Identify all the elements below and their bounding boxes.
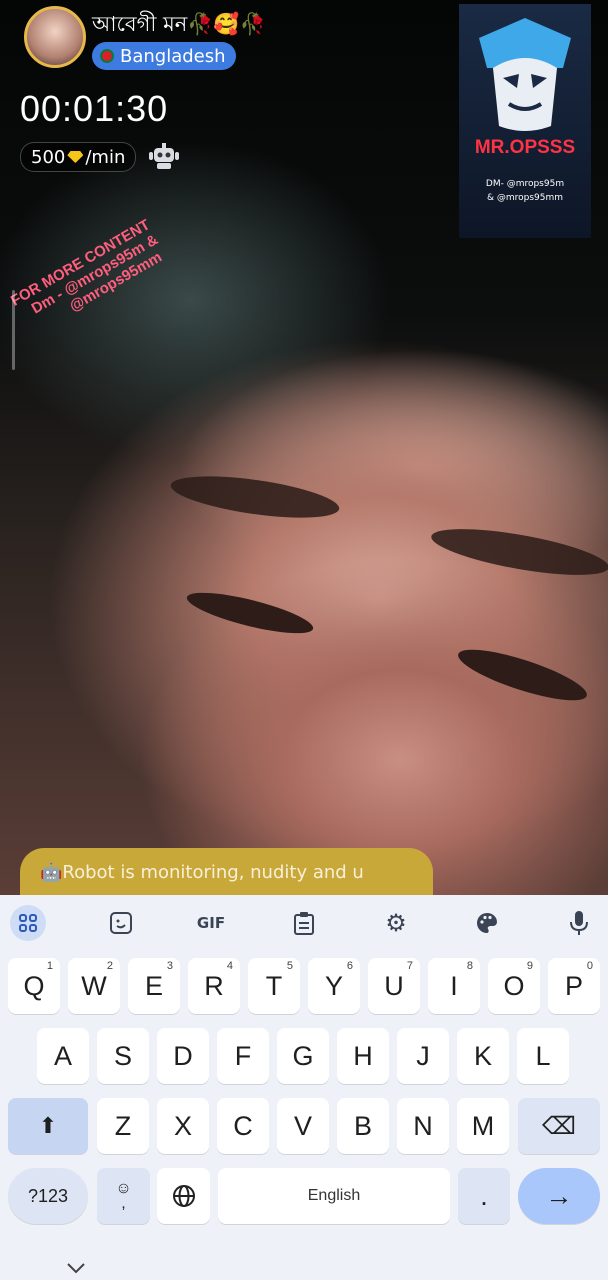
on-screen-keyboard: GIF ⚙ ⬆ ⌫ ?123 ☺ , English . → Q1W2E3R4T… [0,895,608,1280]
key-number-hint: 3 [166,960,173,972]
country-label: Bangladesh [120,45,226,67]
key-j[interactable]: J [397,1028,449,1084]
key-label: U [384,970,404,1001]
key-label: T [265,970,283,1001]
key-number-hint: 2 [106,960,113,972]
key-number-hint: 7 [406,960,413,972]
key-s[interactable]: S [97,1028,149,1084]
call-timer: 00:01:30 [20,88,169,129]
key-d[interactable]: D [157,1028,209,1084]
bangladesh-flag-icon [100,49,114,63]
key-label: P [564,970,583,1001]
logo-line: & @mrops95mm [486,193,564,203]
key-u[interactable]: U7 [368,958,420,1014]
key-q[interactable]: Q1 [8,958,60,1014]
key-h[interactable]: H [337,1028,389,1084]
key-e[interactable]: E3 [128,958,180,1014]
key-l[interactable]: L [517,1028,569,1084]
symbols-key[interactable]: ?123 [8,1168,88,1224]
host-avatar[interactable] [24,6,86,68]
key-number-hint: 1 [46,960,53,972]
keyboard-toolbar: GIF ⚙ [0,895,608,950]
robot-monitoring-notice: 🤖Robot is monitoring, nudity and u [20,848,433,896]
logo-line: DM- @mrops95m [485,179,565,189]
key-c[interactable]: C [217,1098,269,1154]
key-n[interactable]: N [397,1098,449,1154]
emoji-comma-key[interactable]: ☺ , [97,1168,150,1224]
key-i[interactable]: I8 [428,958,480,1014]
country-badge: Bangladesh [92,42,236,70]
key-label: Q [23,970,45,1001]
hide-keyboard-chevron-icon[interactable] [66,1258,86,1279]
period-key[interactable]: . [458,1168,510,1224]
key-o[interactable]: O9 [488,958,540,1014]
key-number-hint: 0 [586,960,593,972]
rate-amount: 500 [31,146,66,168]
key-g[interactable]: G [277,1028,329,1084]
video-detail [453,639,592,711]
backspace-key[interactable]: ⌫ [518,1098,600,1154]
key-r[interactable]: R4 [188,958,240,1014]
key-y[interactable]: Y6 [308,958,360,1014]
logo-title: MR.OPSSS [474,137,576,158]
diamond-icon [67,151,84,163]
video-detail [168,468,342,526]
key-number-hint: 5 [286,960,293,972]
space-bar[interactable]: English [218,1168,450,1224]
theme-palette-icon[interactable] [471,907,503,939]
key-label: I [450,970,458,1001]
gif-button[interactable]: GIF [195,907,227,939]
key-number-hint: 8 [466,960,473,972]
key-z[interactable]: Z [97,1098,149,1154]
key-a[interactable]: A [37,1028,89,1084]
mr-opsss-logo: MR.OPSSS DM- @mrops95m & @mrops95mm [459,4,591,238]
video-detail [183,584,317,642]
key-label: Y [324,970,343,1001]
key-k[interactable]: K [457,1028,509,1084]
key-p[interactable]: P0 [548,958,600,1014]
settings-gear-icon[interactable]: ⚙ [380,907,412,939]
key-w[interactable]: W2 [68,958,120,1014]
key-f[interactable]: F [217,1028,269,1084]
shift-key[interactable]: ⬆ [8,1098,88,1154]
globe-language-icon[interactable] [157,1168,210,1224]
key-label: E [144,970,163,1001]
microphone-icon[interactable] [563,907,595,939]
key-v[interactable]: V [277,1098,329,1154]
sticker-icon[interactable] [105,907,137,939]
rate-unit: /min [85,146,126,168]
key-label: O [503,970,525,1001]
key-x[interactable]: X [157,1098,209,1154]
key-number-hint: 6 [346,960,353,972]
key-t[interactable]: T5 [248,958,300,1014]
enter-arrow-key[interactable]: → [518,1168,600,1224]
clipboard-icon[interactable] [288,907,320,939]
key-b[interactable]: B [337,1098,389,1154]
host-name: আবেগী মন🥀🥰🥀 [92,12,266,36]
key-label: W [81,970,107,1001]
video-detail [428,519,608,585]
key-label: R [204,970,224,1001]
key-m[interactable]: M [457,1098,509,1154]
hacker-mask-icon [479,18,571,131]
key-number-hint: 4 [226,960,233,972]
robot-icon[interactable] [148,142,180,170]
scroll-indicator [12,290,15,370]
key-number-hint: 9 [526,960,533,972]
call-rate: 500 /min [20,142,137,172]
apps-grid-icon[interactable] [10,905,46,941]
